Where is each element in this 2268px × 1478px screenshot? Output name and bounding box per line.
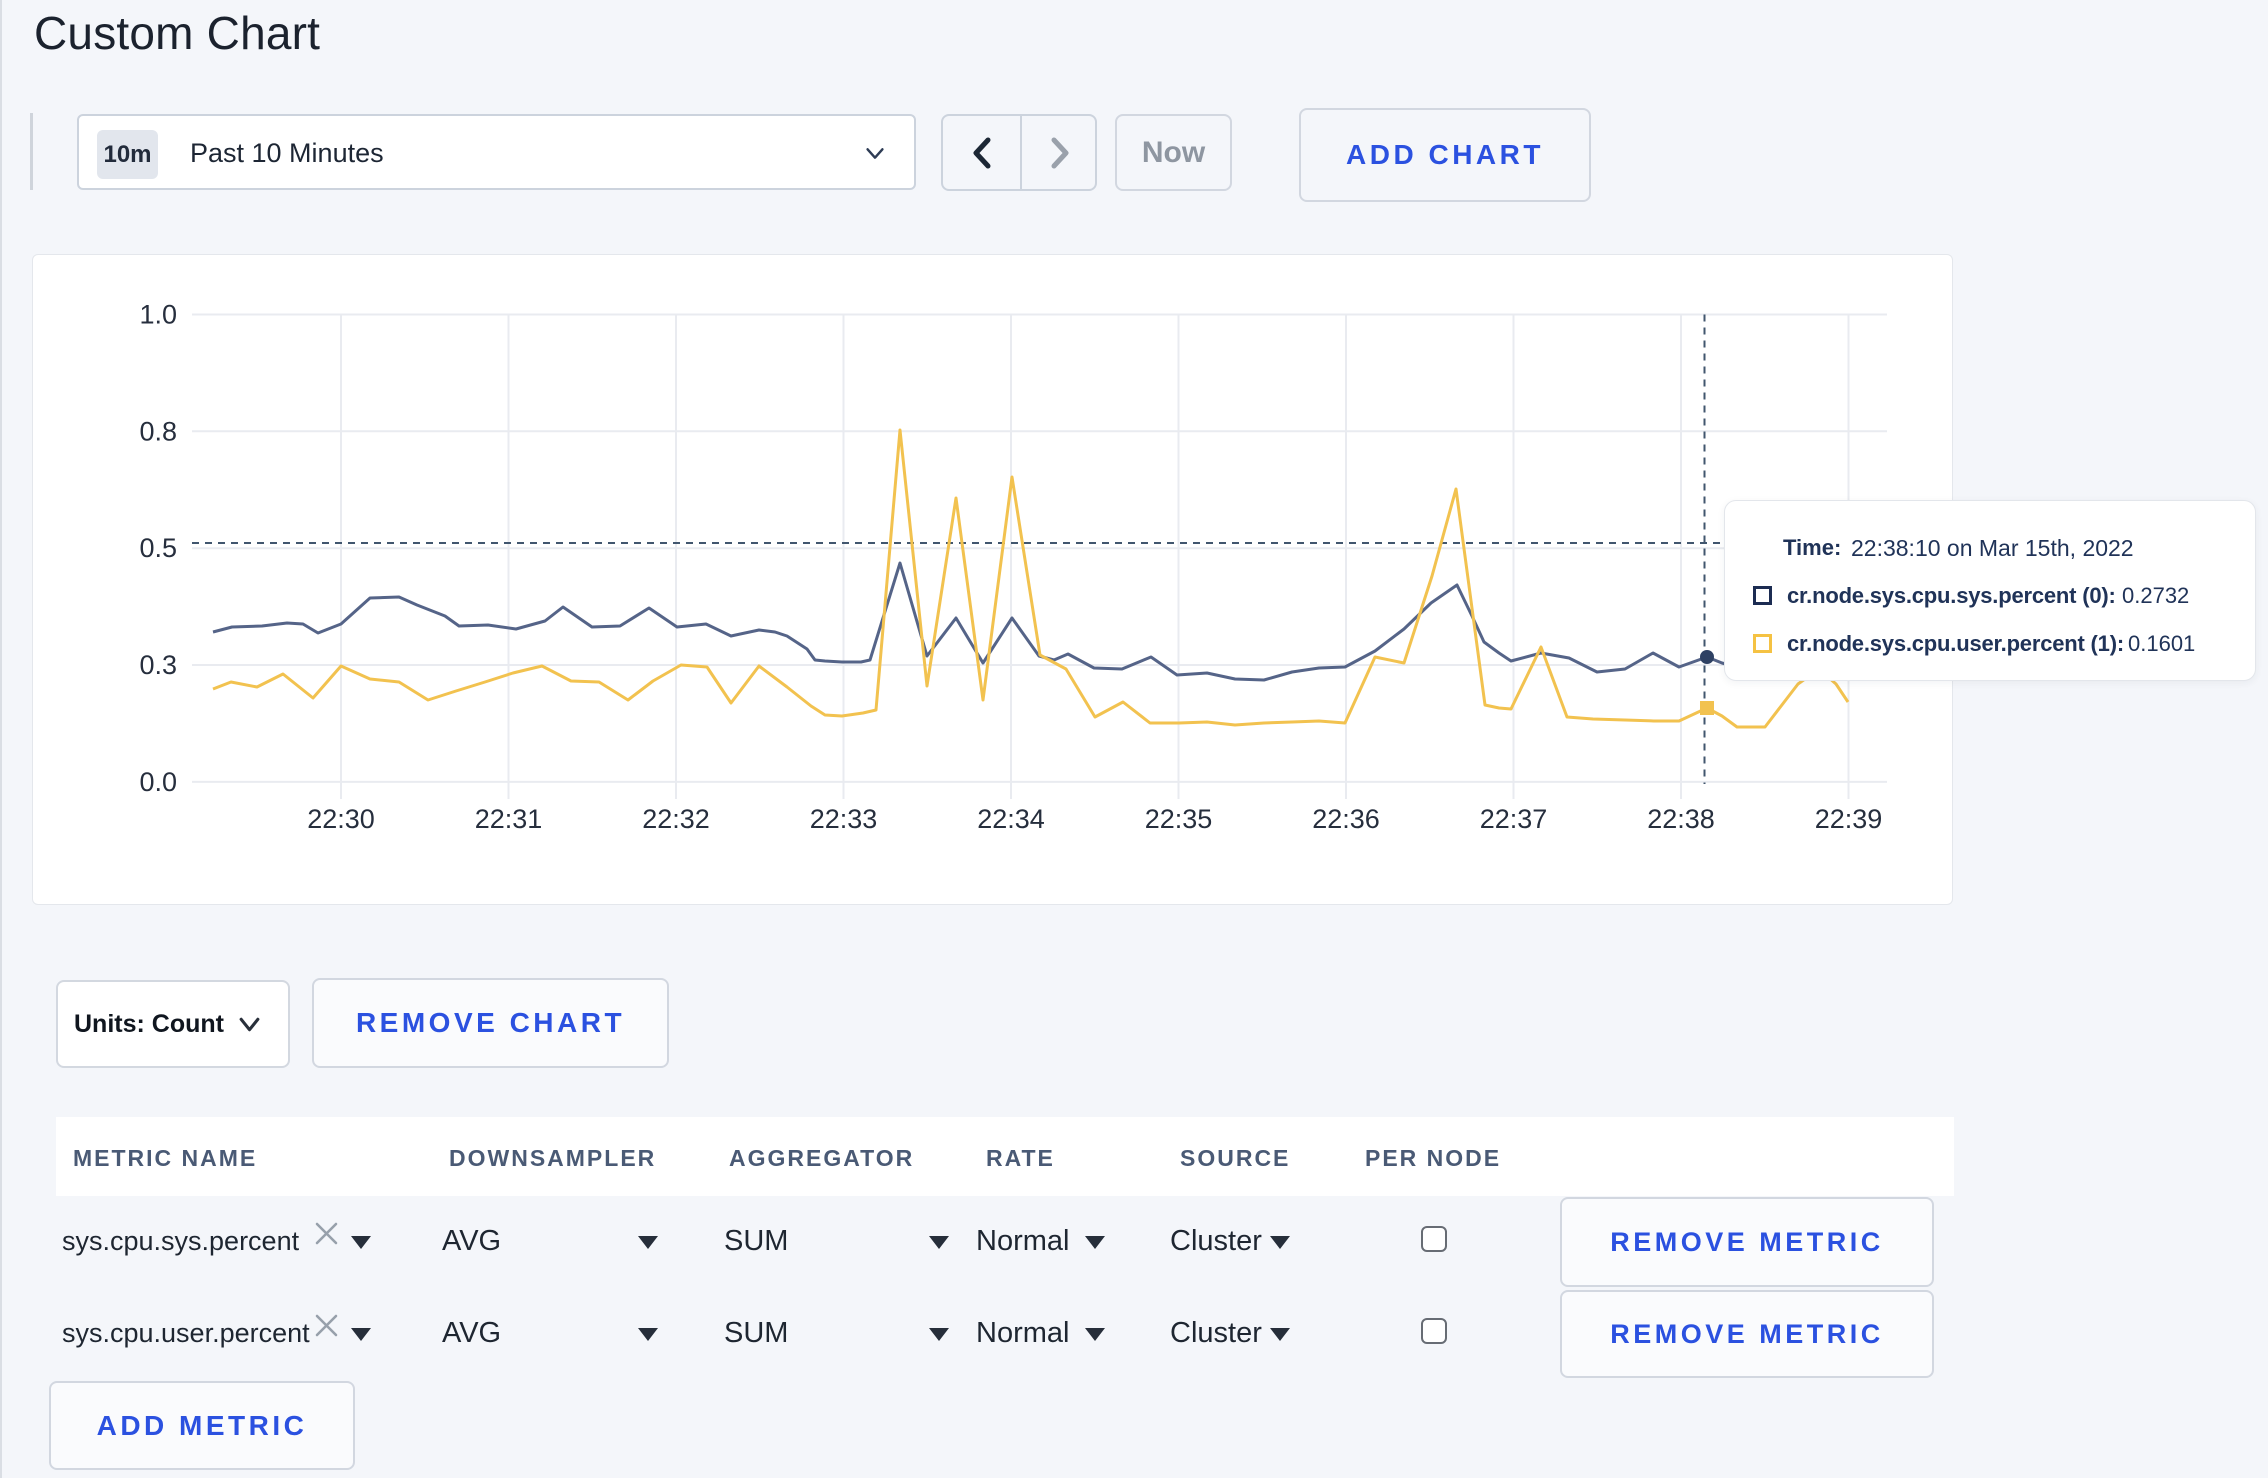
svg-text:22:34: 22:34 xyxy=(977,804,1045,834)
svg-text:22:30: 22:30 xyxy=(307,804,375,834)
svg-text:22:35: 22:35 xyxy=(1145,804,1213,834)
svg-text:22:33: 22:33 xyxy=(810,804,878,834)
svg-text:0.0: 0.0 xyxy=(139,767,177,797)
svg-text:22:39: 22:39 xyxy=(1815,804,1883,834)
svg-text:22:38: 22:38 xyxy=(1647,804,1715,834)
svg-text:0.5: 0.5 xyxy=(139,533,177,563)
svg-text:22:36: 22:36 xyxy=(1312,804,1380,834)
svg-text:1.0: 1.0 xyxy=(139,300,177,330)
svg-text:0.8: 0.8 xyxy=(139,416,177,446)
svg-text:22:37: 22:37 xyxy=(1480,804,1548,834)
svg-text:0.3: 0.3 xyxy=(139,650,177,680)
svg-text:22:32: 22:32 xyxy=(642,804,710,834)
svg-text:22:31: 22:31 xyxy=(475,804,543,834)
